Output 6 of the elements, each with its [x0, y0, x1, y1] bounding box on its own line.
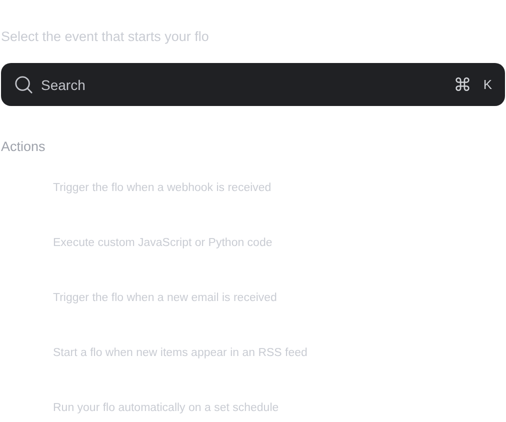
search-input[interactable]: Search	[41, 76, 446, 92]
shortcut-key: K	[483, 77, 492, 92]
section-title: Actions	[1, 138, 46, 155]
search-field[interactable]: Search ⌘ K	[1, 63, 505, 106]
search-icon	[14, 75, 33, 94]
command-key: ⌘	[453, 74, 472, 96]
